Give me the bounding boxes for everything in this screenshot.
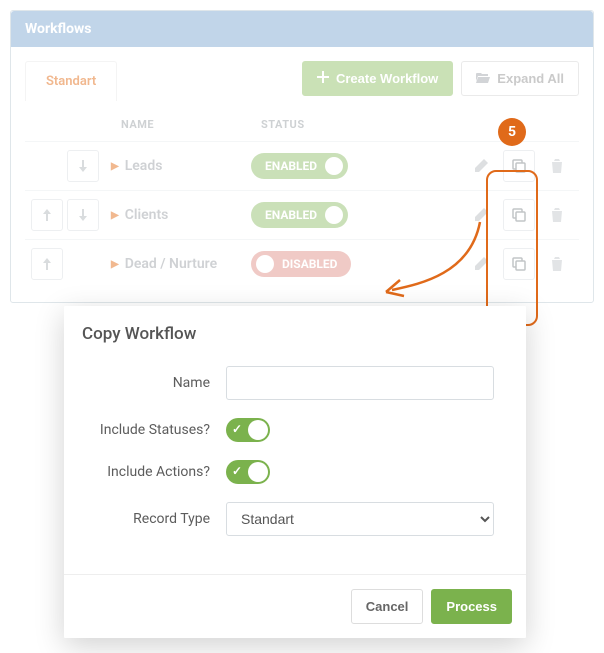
move-down-button[interactable] bbox=[67, 150, 99, 182]
row-name: Clients bbox=[125, 207, 169, 223]
plus-icon bbox=[317, 71, 329, 86]
copy-button[interactable] bbox=[503, 248, 535, 280]
include-statuses-toggle[interactable]: ✓ bbox=[226, 418, 270, 442]
copy-button[interactable] bbox=[503, 150, 535, 182]
trash-icon bbox=[551, 257, 563, 271]
check-icon: ✓ bbox=[232, 464, 242, 478]
pencil-icon bbox=[474, 257, 488, 271]
arrow-up-icon bbox=[42, 209, 52, 221]
workflows-panel: Workflows Standart Create Workflow Expan… bbox=[10, 10, 594, 303]
copy-icon bbox=[512, 159, 526, 173]
pencil-icon bbox=[474, 159, 488, 173]
label-include-statuses: Include Statuses? bbox=[96, 422, 226, 438]
edit-button[interactable] bbox=[465, 199, 497, 231]
arrow-down-icon bbox=[78, 160, 88, 172]
caret-right-icon[interactable]: ▶ bbox=[111, 210, 119, 221]
panel-title: Workflows bbox=[11, 11, 593, 47]
callout-step-badge: 5 bbox=[498, 118, 526, 146]
caret-right-icon[interactable]: ▶ bbox=[111, 259, 119, 270]
move-up-button[interactable] bbox=[31, 248, 63, 280]
copy-workflow-modal: Copy Workflow Name Include Statuses? ✓ I… bbox=[64, 306, 526, 638]
cancel-button[interactable]: Cancel bbox=[351, 589, 424, 624]
trash-icon bbox=[551, 208, 563, 222]
tab-standart[interactable]: Standart bbox=[25, 61, 117, 101]
include-actions-toggle[interactable]: ✓ bbox=[226, 460, 270, 484]
row-name: Dead / Nurture bbox=[125, 256, 217, 272]
label-include-actions: Include Actions? bbox=[96, 464, 226, 480]
check-icon: ✓ bbox=[232, 422, 242, 436]
modal-title: Copy Workflow bbox=[64, 306, 526, 366]
table-row: ▶ Dead / Nurture DISABLED bbox=[25, 240, 579, 288]
create-workflow-button[interactable]: Create Workflow bbox=[302, 61, 453, 96]
record-type-select[interactable]: Standart bbox=[226, 502, 494, 536]
expand-all-button[interactable]: Expand All bbox=[461, 61, 579, 96]
delete-button[interactable] bbox=[541, 199, 573, 231]
delete-button[interactable] bbox=[541, 248, 573, 280]
status-toggle[interactable]: ENABLED bbox=[251, 153, 348, 179]
pencil-icon bbox=[474, 208, 488, 222]
arrow-up-icon bbox=[42, 258, 52, 270]
column-name: NAME bbox=[121, 118, 261, 131]
row-name: Leads bbox=[125, 158, 163, 174]
label-name: Name bbox=[96, 375, 226, 391]
table-row: ▶ Leads ENABLED bbox=[25, 142, 579, 191]
folder-open-icon bbox=[476, 71, 490, 86]
table-row: ▶ Clients ENABLED bbox=[25, 191, 579, 240]
move-up-button[interactable] bbox=[31, 199, 63, 231]
edit-button[interactable] bbox=[465, 150, 497, 182]
name-field[interactable] bbox=[226, 366, 494, 400]
table-header: NAME STATUS bbox=[25, 108, 579, 142]
trash-icon bbox=[551, 159, 563, 173]
edit-button[interactable] bbox=[465, 248, 497, 280]
copy-icon bbox=[512, 257, 526, 271]
move-down-button[interactable] bbox=[67, 199, 99, 231]
caret-right-icon[interactable]: ▶ bbox=[111, 161, 119, 172]
copy-icon bbox=[512, 208, 526, 222]
delete-button[interactable] bbox=[541, 150, 573, 182]
status-toggle[interactable]: DISABLED bbox=[251, 251, 351, 277]
column-status: STATUS bbox=[261, 118, 381, 131]
process-button[interactable]: Process bbox=[431, 589, 512, 624]
status-toggle[interactable]: ENABLED bbox=[251, 202, 348, 228]
label-record-type: Record Type bbox=[96, 511, 226, 527]
arrow-down-icon bbox=[78, 209, 88, 221]
copy-button[interactable] bbox=[503, 199, 535, 231]
